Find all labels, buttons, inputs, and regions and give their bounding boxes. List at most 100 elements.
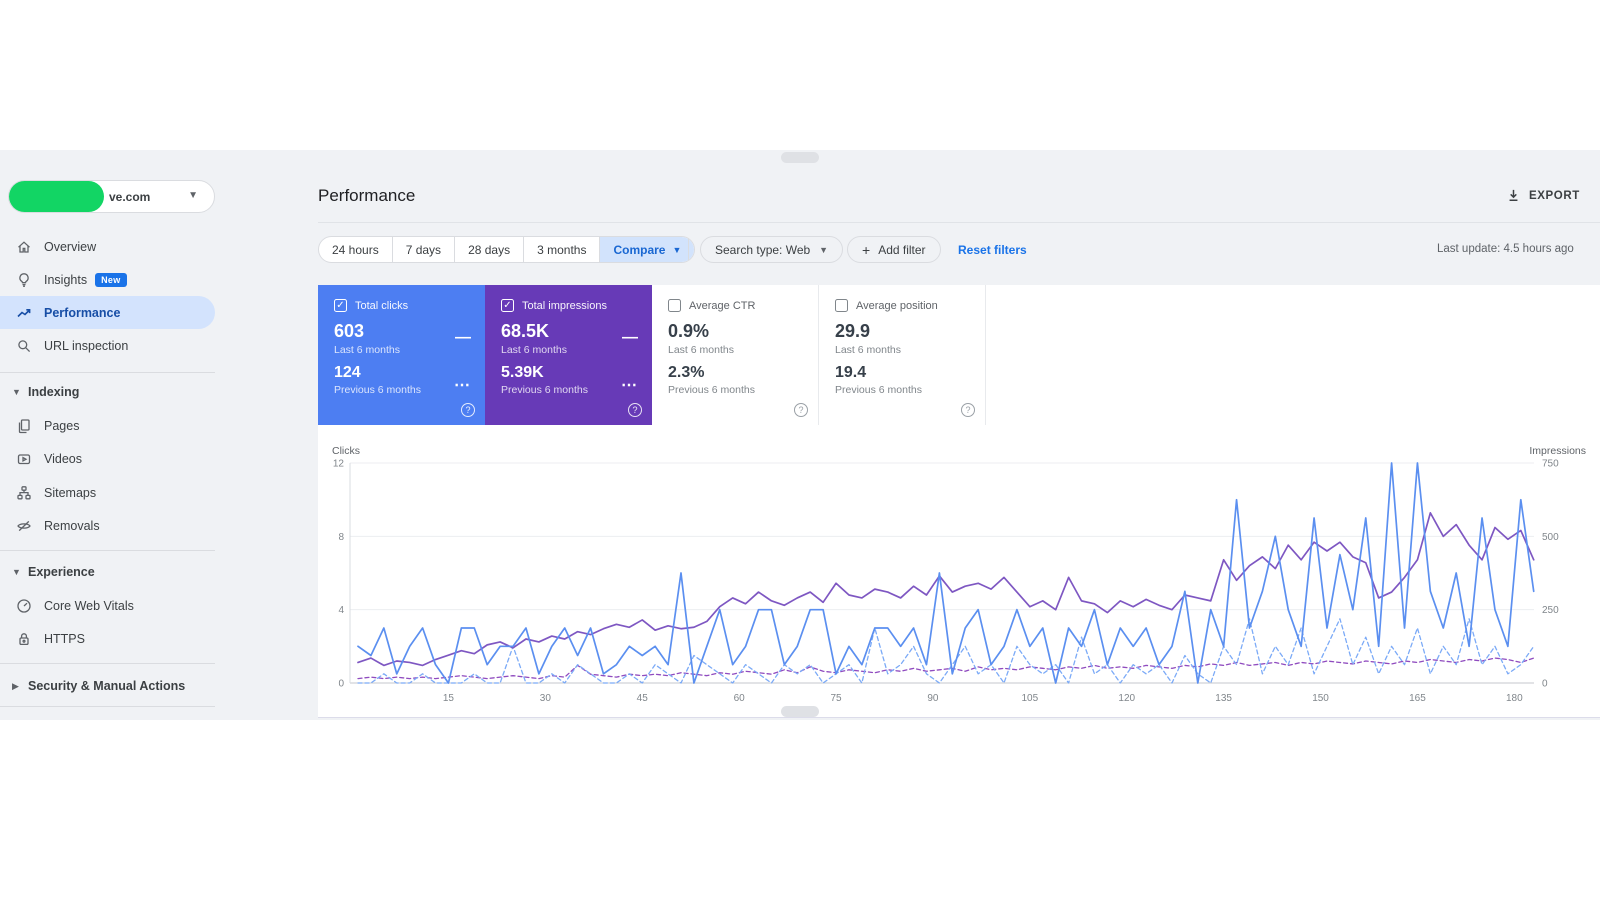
- sidebar-item-pages[interactable]: Pages: [0, 409, 215, 442]
- caret-down-icon: ▼: [819, 244, 829, 255]
- sidebar-item-removals[interactable]: Removals: [0, 510, 215, 543]
- sidebar-item-label: Pages: [44, 418, 80, 433]
- metric-value-previous: 5.39K: [501, 364, 544, 381]
- svg-text:165: 165: [1409, 693, 1426, 704]
- svg-text:15: 15: [443, 693, 455, 704]
- property-domain: ve.com: [109, 190, 151, 204]
- sidebar-item-performance[interactable]: Performance: [0, 296, 215, 329]
- metric-value-current: 0.9%: [668, 321, 710, 341]
- metric-label: Total clicks: [355, 299, 409, 312]
- section-label: Experience: [28, 565, 95, 579]
- sidebar-item-insights[interactable]: Insights New: [0, 263, 215, 296]
- sidebar-item-core-web-vitals[interactable]: Core Web Vitals: [0, 589, 215, 622]
- caret-down-icon: ▼: [12, 387, 21, 397]
- metric-period-current: Last 6 months: [334, 344, 400, 356]
- svg-text:250: 250: [1542, 605, 1559, 616]
- page-title: Performance: [318, 186, 416, 205]
- metric-value-current: 603: [334, 321, 365, 341]
- metric-card-average-position[interactable]: Average position 29.9 Last 6 months 19.4…: [819, 285, 986, 425]
- sidebar-item-label: Overview: [44, 239, 97, 254]
- add-filter-button[interactable]: + Add filter: [847, 236, 941, 263]
- help-icon[interactable]: ?: [961, 403, 975, 417]
- svg-text:135: 135: [1215, 693, 1232, 704]
- chevron-down-icon: ▼: [188, 190, 198, 201]
- range-3-months[interactable]: 3 months: [524, 237, 601, 262]
- sidebar-item-url-inspection[interactable]: URL inspection: [0, 330, 215, 363]
- home-icon: [18, 240, 30, 253]
- no-change-indicator: —: [622, 329, 638, 346]
- search-type-label: Search type: Web: [715, 242, 811, 257]
- sidebar-item-label: Insights: [44, 272, 88, 287]
- search-type-filter[interactable]: Search type: Web ▼: [700, 236, 844, 263]
- checkbox-unchecked-icon[interactable]: [668, 299, 681, 312]
- performance-chart: Clicks Impressions 12 8 4 0 750 500 250 0 15 30 45 60…: [318, 440, 1592, 718]
- help-icon[interactable]: ?: [461, 403, 475, 417]
- metric-period-previous: Previous 6 months: [334, 384, 421, 396]
- sidebar-item-label: HTTPS: [44, 632, 85, 646]
- gauge-icon: [17, 598, 31, 613]
- sidebar-divider: [0, 663, 215, 664]
- svg-text:4: 4: [338, 605, 344, 616]
- metric-card-total-impressions[interactable]: ✓ Total impressions 68.5K Last 6 months …: [485, 285, 652, 425]
- sidebar-item-label: Core Web Vitals: [44, 598, 134, 613]
- range-28-days[interactable]: 28 days: [455, 237, 525, 262]
- header-divider: [318, 222, 1600, 223]
- svg-text:75: 75: [830, 693, 842, 704]
- property-selector[interactable]: ve.com ▼: [8, 180, 215, 213]
- svg-text:12: 12: [333, 459, 345, 470]
- svg-text:180: 180: [1506, 693, 1523, 704]
- metric-period-previous: Previous 6 months: [501, 384, 588, 396]
- sidebar-item-label: Videos: [44, 452, 82, 466]
- metric-card-average-ctr[interactable]: Average CTR 0.9% Last 6 months 2.3% Prev…: [652, 285, 819, 425]
- scrollbar-handle-top[interactable]: [781, 152, 819, 163]
- svg-text:500: 500: [1542, 532, 1559, 543]
- metric-card-total-clicks[interactable]: ✓ Total clicks 603 Last 6 months 124 Pre…: [318, 285, 485, 425]
- sidebar-item-sitemaps[interactable]: Sitemaps: [0, 476, 215, 509]
- caret-right-icon: ▶: [12, 680, 19, 691]
- scrollbar-handle-bottom[interactable]: [781, 706, 819, 717]
- sidebar-item-videos[interactable]: Videos: [0, 443, 215, 476]
- svg-text:60: 60: [734, 693, 746, 704]
- metric-value-current: 68.5K: [501, 321, 550, 341]
- overflow-menu-icon[interactable]: ⋯: [454, 375, 471, 395]
- sidebar-section-indexing[interactable]: ▼ Indexing: [0, 380, 215, 404]
- svg-text:0: 0: [1542, 679, 1548, 690]
- checkbox-checked-icon[interactable]: ✓: [334, 299, 347, 312]
- performance-card: ✓ Total clicks 603 Last 6 months 12 4 Pre…: [318, 285, 1600, 718]
- trending-up-icon: [17, 308, 31, 317]
- svg-text:Impressions: Impressions: [1529, 445, 1586, 457]
- checkbox-checked-icon[interactable]: ✓: [501, 299, 514, 312]
- help-icon[interactable]: ?: [794, 403, 808, 417]
- compare-button[interactable]: Compare ▼: [600, 237, 695, 262]
- help-icon[interactable]: ?: [628, 403, 642, 417]
- sidebar-item-label: Performance: [44, 305, 121, 320]
- line-chart-svg: Clicks Impressions 12 8 4 0 750 500 250 0 15 30 45 60…: [332, 445, 1586, 704]
- overflow-menu-icon[interactable]: ⋯: [621, 375, 638, 395]
- pages-icon: [18, 418, 30, 433]
- svg-text:120: 120: [1118, 693, 1135, 704]
- sidebar-divider: [0, 706, 215, 707]
- reset-filters-button[interactable]: Reset filters: [958, 243, 1027, 257]
- svg-text:45: 45: [637, 693, 649, 704]
- svg-text:750: 750: [1542, 459, 1559, 470]
- sidebar-section-security[interactable]: ▶ Security & Manual Actions: [0, 674, 215, 698]
- metric-period-previous: Previous 6 months: [835, 384, 922, 396]
- range-7-days[interactable]: 7 days: [393, 237, 456, 262]
- sidebar-item-overview[interactable]: Overview: [0, 230, 215, 263]
- metric-period-current: Last 6 months: [668, 344, 734, 356]
- metric-value-previous: 2.3%: [668, 364, 705, 381]
- section-label: Security & Manual Actions: [28, 679, 186, 693]
- checkbox-unchecked-icon[interactable]: [835, 299, 848, 312]
- sidebar-item-https[interactable]: HTTPS: [0, 623, 215, 656]
- svg-text:105: 105: [1021, 693, 1038, 704]
- compare-label: Compare: [613, 242, 666, 257]
- sitemap-icon: [17, 485, 31, 499]
- sidebar-item-label: Sitemaps: [44, 485, 97, 500]
- last-update-text: Last update: 4.5 hours ago: [1437, 243, 1574, 255]
- range-24-hours[interactable]: 24 hours: [319, 237, 393, 262]
- metric-label: Average CTR: [689, 299, 756, 312]
- metric-period-current: Last 6 months: [835, 344, 901, 356]
- sidebar-section-experience[interactable]: ▼ Experience: [0, 560, 215, 584]
- eye-off-icon: [17, 520, 31, 532]
- export-button[interactable]: EXPORT: [1506, 188, 1580, 203]
